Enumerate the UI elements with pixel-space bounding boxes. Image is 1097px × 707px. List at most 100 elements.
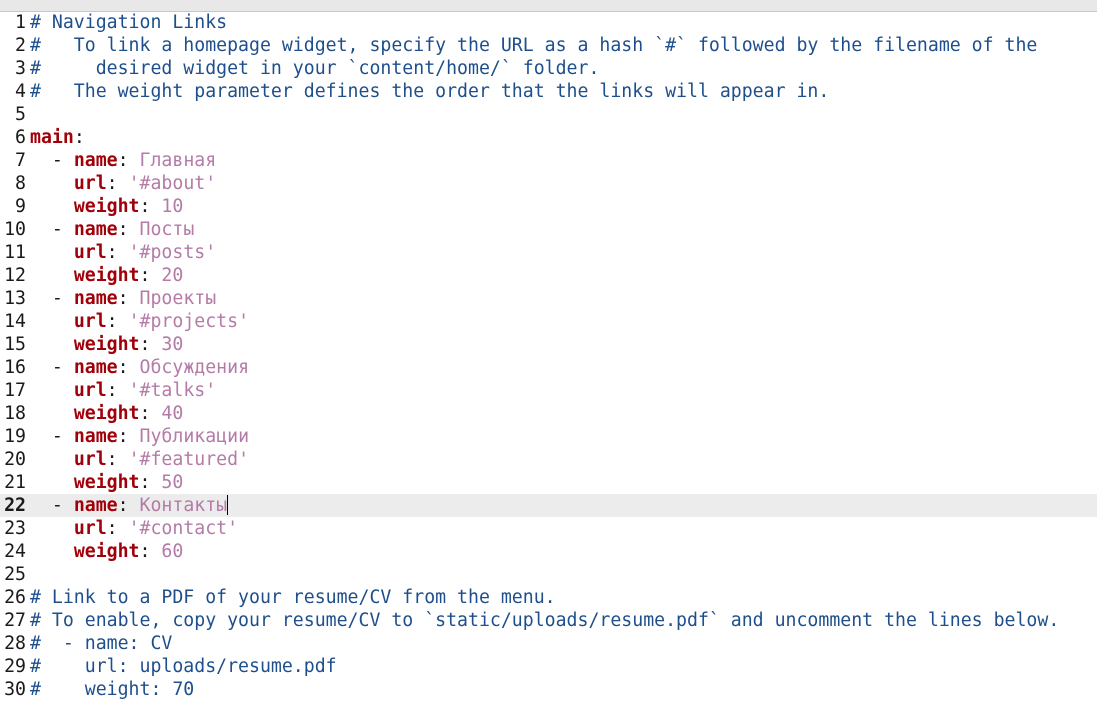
token-punct: : [139, 265, 162, 286]
code-line[interactable]: 16 - name: Обсуждения [0, 356, 1097, 379]
token-comment: # weight: 70 [30, 679, 195, 700]
token-key: url [73, 380, 107, 401]
code-line[interactable]: 6 main: [0, 126, 1097, 149]
token-punct: : [117, 288, 140, 309]
code-line[interactable]: 23 url: '#contact' [0, 517, 1097, 540]
line-text[interactable]: - name: Посты [30, 218, 194, 241]
token-punct: : [117, 426, 140, 447]
line-text[interactable]: url: '#contact' [30, 517, 238, 540]
line-text[interactable]: - name: Контакты [30, 494, 229, 517]
line-text[interactable]: # The weight parameter defines the order… [30, 80, 829, 103]
token-punct: : [117, 357, 140, 378]
code-line[interactable]: 7 - name: Главная [0, 149, 1097, 172]
line-text[interactable]: # desired widget in your `content/home/`… [30, 57, 599, 80]
code-line[interactable]: 24 weight: 60 [0, 540, 1097, 563]
code-line[interactable]: 1 # Navigation Links [0, 11, 1097, 34]
code-line[interactable]: 26 # Link to a PDF of your resume/CV from… [0, 586, 1097, 609]
line-text[interactable]: # weight: 70 [30, 678, 194, 701]
code-line[interactable]: 18 weight: 40 [0, 402, 1097, 425]
line-text[interactable]: weight: 30 [30, 333, 184, 356]
code-line[interactable]: 13 - name: Проекты [0, 287, 1097, 310]
token-plain: - [30, 357, 74, 378]
code-editor[interactable]: 1 # Navigation Links 2 # To link a homepage… [0, 0, 1097, 707]
code-line[interactable]: 22 - name: Контакты [0, 494, 1097, 517]
line-text[interactable]: url: '#projects' [30, 310, 249, 333]
line-text[interactable]: # Navigation Links [30, 11, 227, 34]
code-line[interactable]: 12 weight: 20 [0, 264, 1097, 287]
token-comment: # To enable, copy your resume/CV to `sta… [30, 610, 1060, 631]
token-punct: : [117, 219, 140, 240]
token-comment: # The weight parameter defines the order… [30, 81, 830, 102]
code-line[interactable]: 29 # url: uploads/resume.pdf [0, 655, 1097, 678]
code-line[interactable]: 11 url: '#posts' [0, 241, 1097, 264]
code-line[interactable]: 3 # desired widget in your `content/home/… [0, 57, 1097, 80]
code-line[interactable]: 17 url: '#talks' [0, 379, 1097, 402]
line-text[interactable]: weight: 40 [30, 402, 184, 425]
token-comment: # - name: CV [30, 633, 173, 654]
code-line[interactable]: 14 url: '#projects' [0, 310, 1097, 333]
line-text[interactable]: url: '#talks' [30, 379, 216, 402]
line-number: 9 [15, 196, 26, 217]
token-key: weight [73, 541, 140, 562]
code-line[interactable]: 19 - name: Публикации [0, 425, 1097, 448]
line-number: 19 [4, 426, 26, 447]
code-line[interactable]: 8 url: '#about' [0, 172, 1097, 195]
line-text[interactable]: url: '#featured' [30, 448, 249, 471]
code-line[interactable]: 30 # weight: 70 [0, 678, 1097, 701]
code-line[interactable]: 20 url: '#featured' [0, 448, 1097, 471]
line-text[interactable]: url: '#posts' [30, 241, 216, 264]
line-text[interactable]: # Link to a PDF of your resume/CV from t… [30, 586, 556, 609]
code-line[interactable]: 25 [0, 563, 1097, 586]
token-str: '#posts' [128, 242, 217, 263]
line-number: 8 [15, 173, 26, 194]
line-text[interactable]: - name: Главная [30, 149, 216, 172]
token-punct: : [106, 173, 129, 194]
code-line[interactable]: 15 weight: 30 [0, 333, 1097, 356]
line-number: 1 [15, 12, 26, 33]
token-key: url [73, 518, 107, 539]
line-text[interactable]: url: '#about' [30, 172, 216, 195]
token-key: name [73, 150, 118, 171]
editor-lines[interactable]: 1 # Navigation Links 2 # To link a homepage… [0, 11, 1097, 701]
line-number: 13 [4, 288, 26, 309]
line-text[interactable]: # To link a homepage widget, specify the… [30, 34, 1037, 57]
line-text[interactable]: weight: 10 [30, 195, 184, 218]
line-number: 7 [15, 150, 26, 171]
code-line[interactable]: 2 # To link a homepage widget, specify th… [0, 34, 1097, 57]
line-number: 12 [4, 265, 26, 286]
token-comment: # Navigation Links [30, 12, 228, 33]
line-text[interactable]: weight: 20 [30, 264, 184, 287]
token-comment: # To link a homepage widget, specify the… [30, 35, 1038, 56]
line-text[interactable]: main: [30, 126, 85, 149]
token-key: url [73, 311, 107, 332]
code-line[interactable]: 21 weight: 50 [0, 471, 1097, 494]
code-line[interactable]: 27 # To enable, copy your resume/CV to `s… [0, 609, 1097, 632]
line-text[interactable]: weight: 60 [30, 540, 184, 563]
line-text[interactable]: # To enable, copy your resume/CV to `sta… [30, 609, 1059, 632]
token-punct: : [139, 472, 162, 493]
token-str: Обсуждения [139, 357, 250, 378]
token-num: 50 [161, 472, 184, 493]
code-line[interactable]: 28 # - name: CV [0, 632, 1097, 655]
code-line[interactable]: 5 [0, 103, 1097, 126]
code-line[interactable]: 9 weight: 10 [0, 195, 1097, 218]
line-text[interactable]: # url: uploads/resume.pdf [30, 655, 337, 678]
code-line[interactable]: 10 - name: Посты [0, 218, 1097, 241]
token-str: Контакты [139, 495, 228, 516]
token-key: url [73, 242, 107, 263]
token-str: '#projects' [128, 311, 250, 332]
line-text[interactable]: # - name: CV [30, 632, 172, 655]
line-text[interactable]: - name: Публикации [30, 425, 249, 448]
line-text[interactable]: - name: Проекты [30, 287, 216, 310]
token-str: '#about' [128, 173, 217, 194]
code-line[interactable]: 4 # The weight parameter defines the orde… [0, 80, 1097, 103]
line-text[interactable]: - name: Обсуждения [30, 356, 249, 379]
line-text[interactable]: weight: 50 [30, 471, 184, 494]
token-punct: : [139, 403, 162, 424]
